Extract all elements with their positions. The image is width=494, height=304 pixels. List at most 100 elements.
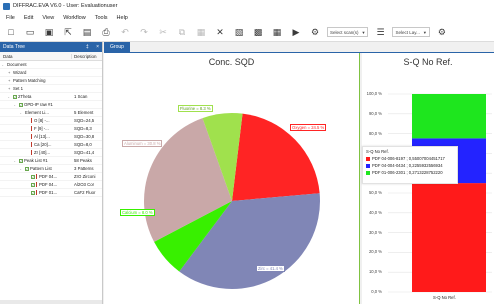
tree-row-label: Zr [40]... [34, 150, 50, 155]
menu-view[interactable]: View [42, 15, 54, 21]
layout-select[interactable]: Select Lay... ▼ [392, 27, 430, 37]
view3-icon[interactable]: ▦ [270, 25, 284, 39]
legend-title: S-Q No Ref. [366, 149, 389, 154]
tree-rows: - Document + Wizard + Pattern Matching + Set 1 -… [0, 61, 102, 197]
color-marker [31, 126, 32, 131]
tree-row[interactable]: - ✓ Pattern List 3 Patterns [0, 165, 102, 173]
checkbox[interactable]: ✓ [13, 94, 17, 99]
cut-icon[interactable]: ✂ [156, 25, 170, 39]
checkbox[interactable]: ✓ [31, 190, 35, 195]
legend-swatch [366, 170, 370, 175]
bar-segment[interactable] [412, 94, 486, 139]
pie-slice-label: Aluminum = 30.8 % [122, 140, 163, 147]
menu-edit[interactable]: Edit [24, 15, 33, 21]
tree-row-label: PDF 04... [39, 174, 58, 179]
menu-help[interactable]: Help [117, 15, 128, 21]
tree-row[interactable]: + Pattern Matching [0, 77, 102, 85]
tree-row-description: ZrO Zirconi [74, 174, 96, 179]
settings-icon[interactable]: ⚙ [435, 25, 449, 39]
redo-icon[interactable]: ↷ [137, 25, 151, 39]
pin-icon[interactable]: ‡ [86, 44, 89, 50]
view2-icon[interactable]: ▩ [251, 25, 265, 39]
color-marker [31, 134, 32, 139]
save-as-icon[interactable]: ▤ [80, 25, 94, 39]
scan-select[interactable]: Select scan(s) ▼ [327, 27, 369, 37]
tree-row[interactable]: Al [13]... SQD=30,8 [0, 133, 102, 141]
delete-icon[interactable]: ✕ [213, 25, 227, 39]
tree-row[interactable]: + Set 1 [0, 85, 102, 93]
tree-row-label: Ca [20]... [34, 142, 52, 147]
legend-label: PDF 01-006-2301 ; 0,2713228752220 [372, 170, 443, 175]
tree-row[interactable]: F [9] -... SQD=8,3 [0, 125, 102, 133]
tree-row[interactable]: - ✓ 2Theta 1 Scan [0, 93, 102, 101]
tree-row[interactable]: Ca [20]... SQD=8,0 [0, 141, 102, 149]
tree-row[interactable]: ✓ PDF 04... ZrO Zirconi [0, 173, 102, 181]
color-marker [31, 142, 32, 147]
undo-icon[interactable]: ↶ [118, 25, 132, 39]
view1-icon[interactable]: ▧ [232, 25, 246, 39]
checkbox[interactable]: ✓ [25, 166, 29, 171]
tree-row-label: Document [7, 62, 27, 67]
menu-tools[interactable]: Tools [95, 15, 108, 21]
data-tree-header: Data Tree ‡ × [0, 42, 102, 52]
pie-slice-label: Zirc = 41.4 % [256, 265, 285, 272]
run-icon[interactable]: ⚙ [308, 25, 322, 39]
tree-row-label: Al [13]... [34, 134, 50, 139]
bar-segment[interactable] [412, 183, 486, 292]
chevron-down-icon: ▼ [361, 29, 366, 35]
y-tick-label: 0,0 % [371, 289, 382, 294]
tree-row[interactable]: ✓ PDF 01... CaF2 Fluor [0, 189, 102, 197]
checkbox[interactable]: ✓ [19, 158, 23, 163]
play-icon[interactable]: ▶ [289, 25, 303, 39]
menu-file[interactable]: File [6, 15, 15, 21]
tree-row-label: Wizard [13, 70, 27, 75]
checkbox[interactable]: ✓ [19, 102, 23, 107]
tree-row-description: SQD=8,0 [74, 142, 92, 147]
pie-slice-label: Calcium = 8.0 % [120, 209, 155, 216]
color-marker [31, 150, 32, 155]
scan-select-label: Select scan(s) [330, 29, 359, 35]
paste-icon[interactable]: ▦ [194, 25, 208, 39]
tree-row-description: 3 Patterns [74, 166, 94, 171]
save-icon[interactable]: ▣ [42, 25, 56, 39]
tree-row[interactable]: - ✓ OPD-IP raw #1 [0, 101, 102, 109]
tree-row[interactable]: + Wizard [0, 69, 102, 77]
tree-row[interactable]: - ✓ Peak List #1 58 Peaks [0, 157, 102, 165]
tree-row[interactable]: Zr [40]... SQD=41,4 [0, 149, 102, 157]
color-marker [36, 182, 37, 187]
tree-row-label: F [9] -... [34, 126, 49, 131]
toolbar: □ ▭ ▣ ⇱ ▤ ⎙ ↶ ↷ ✂ ⧉ ▦ ✕ ▧ ▩ ▦ ▶ ⚙ Select… [0, 23, 494, 42]
legend-label: PDF 04-006-8197 ; 0,55007004451717 [372, 156, 445, 161]
data-tree-pane: Data Tree ‡ × Data Description - Document… [0, 42, 103, 304]
y-tick-label: 30,0 % [368, 229, 382, 235]
legend-item: PDF 04-006-8197 ; 0,55007004451717 [366, 156, 454, 161]
window-title: DIFFRAC.EVA V6.0 - User: Evaluationuser [13, 3, 118, 9]
horizontal-scrollbar[interactable] [0, 300, 102, 304]
chevron-down-icon: ▼ [422, 29, 427, 35]
y-tick-label: 40,0 % [368, 209, 382, 215]
checkbox[interactable]: ✓ [31, 174, 35, 179]
bar-legend: S-Q No Ref. PDF 04-006-8197 ; 0,55007004… [362, 146, 458, 184]
tree-row-description: 58 Peaks [74, 158, 92, 163]
column-data[interactable]: Data [0, 53, 72, 59]
tree-row-label: OPD-IP raw #1 [24, 102, 53, 107]
export-icon[interactable]: ⇱ [61, 25, 75, 39]
tree-row[interactable]: - Element Li... 5 Element [0, 109, 102, 117]
tree-row-description: Al2O3 Cor [74, 182, 95, 187]
legend-swatch [366, 156, 370, 161]
print-icon[interactable]: ⎙ [99, 25, 113, 39]
scan-list-icon[interactable]: ☰ [373, 25, 387, 39]
open-folder-icon[interactable]: ▭ [23, 25, 37, 39]
pie-chart-panel: Conc. SQD Oxygen = 24.5 % Zirc = 41.4 % Ca… [104, 53, 360, 304]
tree-row[interactable]: ✓ PDF 04... Al2O3 Cor [0, 181, 102, 189]
tree-row[interactable]: - Document [0, 61, 102, 69]
menu-workflow[interactable]: Workflow [63, 15, 86, 21]
tree-column-header: Data Description [0, 52, 102, 61]
tab-group[interactable]: Group [104, 42, 130, 52]
checkbox[interactable]: ✓ [31, 182, 35, 187]
tree-row[interactable]: O [8] -... SQD=24,5 [0, 117, 102, 125]
copy-icon[interactable]: ⧉ [175, 25, 189, 39]
column-description[interactable]: Description [72, 54, 97, 59]
close-icon[interactable]: × [96, 44, 99, 50]
new-doc-icon[interactable]: □ [4, 25, 18, 39]
